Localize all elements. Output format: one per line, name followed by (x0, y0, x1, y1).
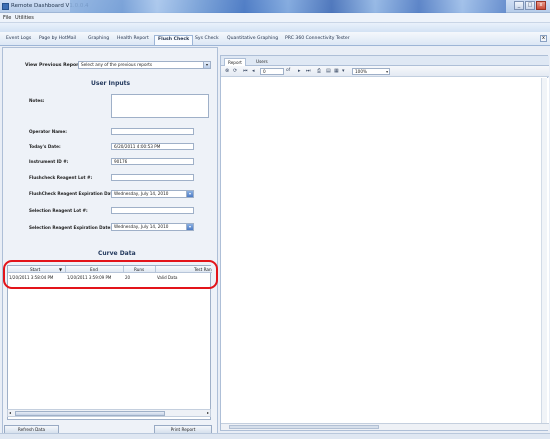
menu-file[interactable]: File (3, 15, 11, 21)
print-icon[interactable]: ⎙ (317, 68, 321, 74)
reagent-lot-field[interactable] (111, 174, 194, 181)
selection-expiration-label: Selection Reagent Expiration Date: (29, 225, 112, 230)
tab-event-logs[interactable]: Event Logs (3, 35, 34, 45)
view-previous-label: View Previous Reports: (25, 63, 86, 68)
scrollbar-thumb[interactable] (15, 411, 165, 416)
notes-textarea[interactable] (111, 94, 209, 118)
scroll-left-icon[interactable]: ◂ (9, 410, 11, 415)
tab-quantitative-graphing[interactable]: Quantitative Graphing (224, 35, 281, 45)
zoom-dropdown[interactable]: 100% ▾ (352, 68, 390, 75)
tab-page-by-hotmail[interactable]: Page by HotMail (36, 35, 79, 45)
selection-expiration-datepicker[interactable]: Wednesday, July 14, 2010 ▾ (111, 223, 194, 231)
tab-report[interactable]: Report (224, 58, 246, 66)
chevron-down-icon[interactable]: ▾ (203, 62, 210, 68)
highlight-annotation-ring (3, 260, 218, 289)
calendar-dropdown-icon[interactable]: ▾ (186, 191, 193, 197)
flush-check-panel: View Previous Reports: Select any of the… (2, 47, 218, 434)
reagent-expiration-label: FlushCheck Reagent Expiration Date: (29, 191, 117, 196)
window-controls: _ □ x (514, 1, 546, 10)
instrument-id-field[interactable]: 90176 (111, 158, 194, 165)
scroll-right-icon[interactable]: ▸ (207, 410, 209, 415)
report-viewer: Report Users ⊗ ⟳ ⏮ ◂ 0 of ▸ ⏭ ⎙ ▤ ▦ ▾ 10… (220, 55, 549, 431)
tab-users[interactable]: Users (253, 58, 271, 66)
next-page-icon[interactable]: ▸ (298, 68, 301, 74)
operator-name-field[interactable] (111, 128, 194, 135)
report-canvas (221, 78, 549, 423)
close-button[interactable]: x (536, 1, 546, 10)
reagent-expiration-datepicker[interactable]: Wednesday, July 14, 2010 ▾ (111, 190, 194, 198)
page-setup-icon[interactable]: ▦ (334, 68, 339, 74)
last-page-icon[interactable]: ⏭ (306, 68, 311, 74)
todays-date-label: Today's Date: (29, 144, 61, 149)
status-bar (0, 433, 550, 439)
tab-graphing[interactable]: Graphing (85, 35, 112, 45)
selection-lot-label: Selection Reagent Lot #: (29, 208, 88, 213)
background-taskbar-strip (70, 0, 506, 13)
scrollbar-thumb[interactable] (229, 425, 379, 429)
viewer-vertical-scrollbar[interactable] (541, 78, 547, 423)
page-of-label: of (286, 68, 291, 73)
app-icon (2, 3, 9, 10)
toolbar-band (0, 23, 550, 32)
selection-lot-field[interactable] (111, 207, 194, 214)
selection-expiration-value: Wednesday, July 14, 2010 (114, 224, 169, 229)
grid-horizontal-scrollbar[interactable]: ◂ ▸ (7, 409, 211, 417)
app-window: Remote Dashboard V1.0.0.4 _ □ x File Uti… (0, 0, 550, 439)
viewer-horizontal-scrollbar[interactable] (221, 423, 549, 430)
maximize-button[interactable]: □ (525, 1, 535, 10)
todays-date-field[interactable]: 6/20/2011 4:00:53 PM (111, 143, 194, 150)
title-bar: Remote Dashboard V1.0.0.4 _ □ x (0, 0, 550, 13)
previous-reports-value: Select any of the previous reports (81, 62, 153, 67)
viewer-tab-strip: Report Users (221, 56, 549, 66)
notes-label: Notes: (29, 98, 45, 103)
stop-icon[interactable]: ⊗ (225, 68, 229, 74)
tab-prc-connectivity-tester[interactable]: PRC 360 Connectivity Tester (282, 35, 353, 45)
calendar-dropdown-icon[interactable]: ▾ (186, 224, 193, 230)
tab-flush-check[interactable]: Flush Check (154, 35, 194, 45)
tab-sys-check[interactable]: Sys Check (192, 35, 222, 45)
menu-utilities[interactable]: Utilities (15, 15, 34, 21)
user-inputs-title: User Inputs (91, 80, 131, 87)
close-tab-icon[interactable]: x (540, 35, 547, 42)
refresh-icon[interactable]: ⟳ (233, 68, 237, 74)
viewer-toolbar: ⊗ ⟳ ⏮ ◂ 0 of ▸ ⏭ ⎙ ▤ ▦ ▾ 100% ▾ (221, 66, 549, 77)
reagent-expiration-value: Wednesday, July 14, 2010 (114, 191, 169, 196)
minimize-button[interactable]: _ (514, 1, 524, 10)
zoom-value: 100% (355, 69, 367, 74)
curve-data-title: Curve Data (98, 250, 136, 257)
reagent-lot-label: Flushcheck Reagent Lot #: (29, 175, 93, 180)
menu-bar: File Utilities (0, 13, 550, 23)
tab-health-report[interactable]: Health Report (114, 35, 152, 45)
chevron-down-icon[interactable]: ▾ (386, 69, 388, 74)
export-icon[interactable]: ▾ (342, 68, 345, 74)
operator-label: Operator Name: (29, 129, 67, 134)
main-tab-strip: Event Logs Page by HotMail Graphing Heal… (0, 32, 550, 46)
instrument-id-label: Instrument ID #: (29, 159, 69, 164)
page-number-input[interactable]: 0 (260, 68, 284, 75)
previous-page-icon[interactable]: ◂ (252, 68, 255, 74)
first-page-icon[interactable]: ⏮ (243, 68, 248, 74)
print-layout-icon[interactable]: ▤ (326, 68, 331, 74)
previous-reports-dropdown[interactable]: Select any of the previous reports ▾ (78, 61, 211, 69)
